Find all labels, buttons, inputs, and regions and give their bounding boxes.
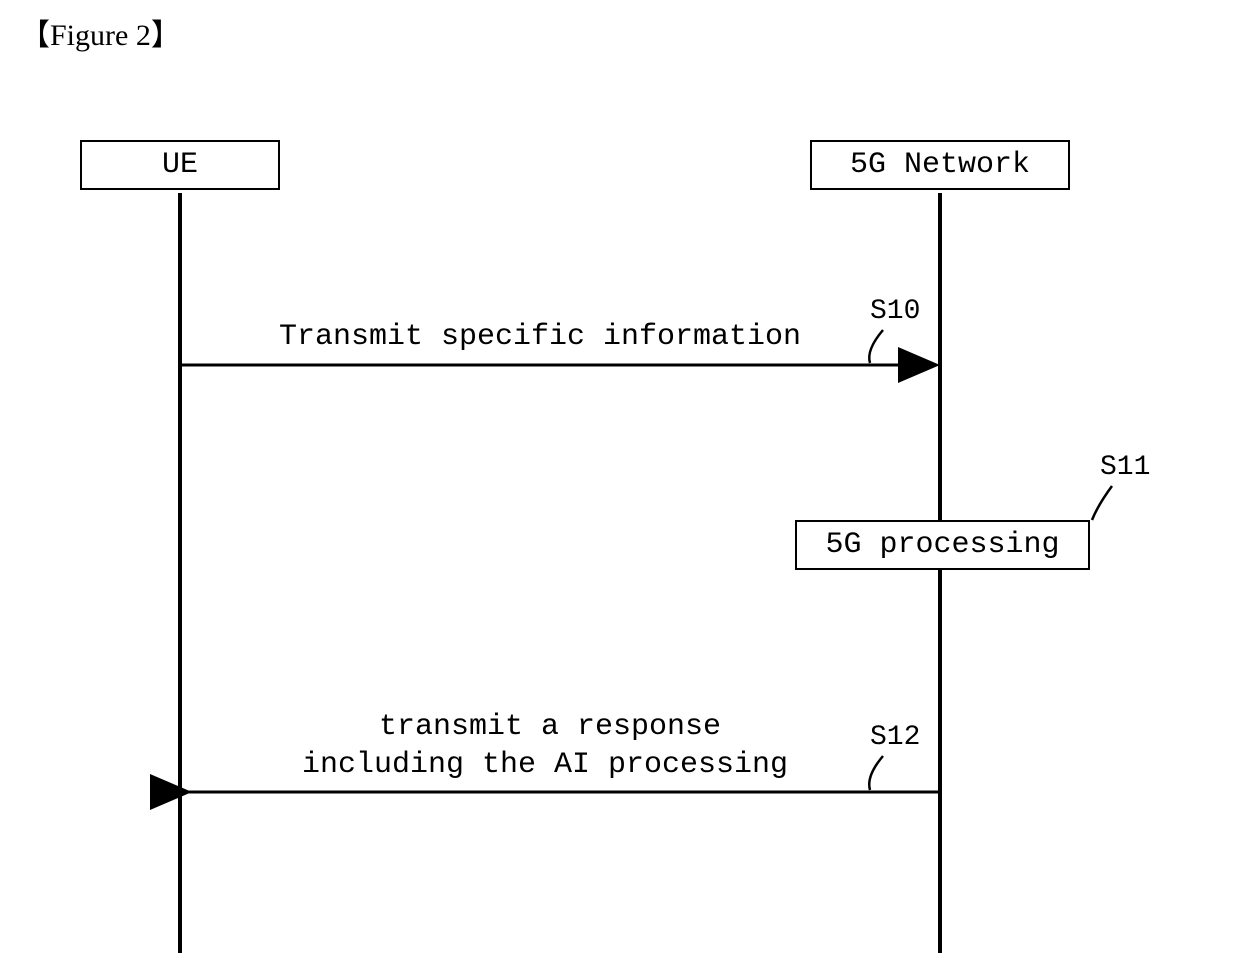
message-transmit-specific-info: Transmit specific information — [260, 320, 820, 354]
actor-5g-network: 5G Network — [810, 140, 1070, 190]
figure-title: 【Figure 2】 — [20, 10, 181, 54]
actor-ue: UE — [80, 140, 280, 190]
lifeline-5g — [938, 193, 942, 953]
message-response-line1: transmit a response — [280, 710, 820, 744]
step-s10: S10 — [870, 296, 920, 327]
processing-5g: 5G processing — [795, 520, 1090, 570]
step-s11: S11 — [1100, 452, 1150, 483]
step-s12: S12 — [870, 722, 920, 753]
message-response-line2: including the AI processing — [245, 748, 845, 782]
lifeline-ue — [178, 193, 182, 953]
